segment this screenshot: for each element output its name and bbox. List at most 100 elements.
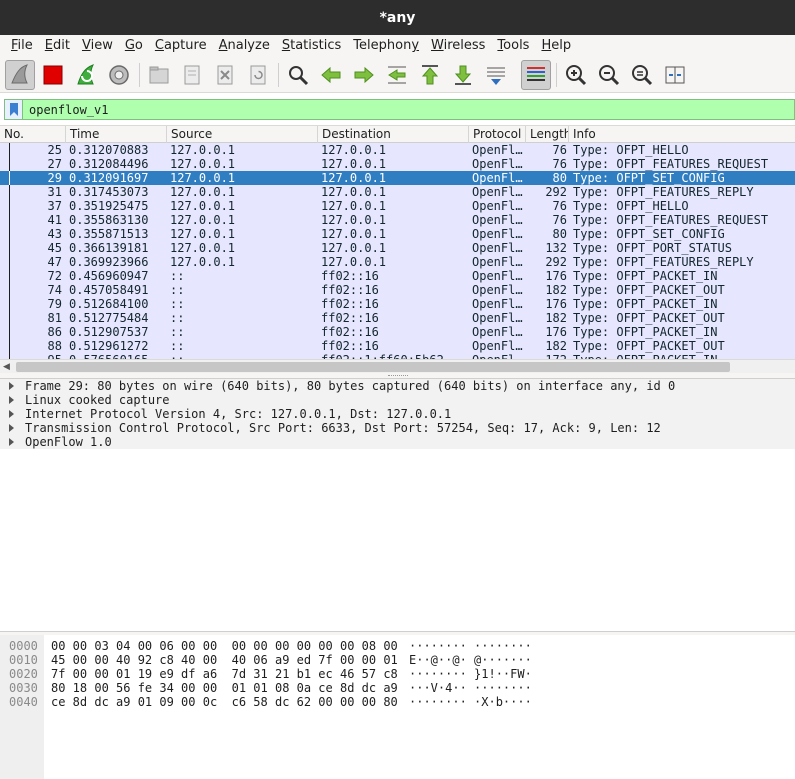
- menu-help[interactable]: Help: [535, 36, 577, 56]
- scroll-left-icon[interactable]: ◀: [3, 362, 10, 372]
- packet-row[interactable]: 86 0.512907537:: ff02::16 OpenFl… 176 Type: O…: [0, 325, 795, 339]
- details-tree-item[interactable]: OpenFlow 1.0: [0, 435, 795, 449]
- packet-protocol: OpenFl…: [472, 213, 523, 227]
- packet-length: 182: [545, 339, 567, 353]
- zoom-out-icon[interactable]: [594, 60, 624, 90]
- expand-arrow-icon[interactable]: [9, 396, 14, 404]
- menu-bar: File Edit View Go Capture Analyze Statistics Te…: [0, 35, 795, 57]
- scrollbar-thumb[interactable]: [16, 362, 730, 372]
- packet-row[interactable]: 45 0.366139181 127.0.0.1 127.0.0.1 OpenFl… 13…: [0, 241, 795, 255]
- reload-file-icon[interactable]: [243, 60, 273, 90]
- find-packet-icon[interactable]: [283, 60, 313, 90]
- packet-row[interactable]: 88 0.512961272:: ff02::16 OpenFl… 182 Type: O…: [0, 339, 795, 353]
- close-file-icon[interactable]: [210, 60, 240, 90]
- packet-row[interactable]: 43 0.355871513 127.0.0.1 127.0.0.1 OpenFl… 80…: [0, 227, 795, 241]
- bytes-offset: 0030: [9, 681, 38, 695]
- capture-options-icon[interactable]: [104, 60, 134, 90]
- packet-row[interactable]: 41 0.355863130 127.0.0.1 127.0.0.1 OpenFl… 76…: [0, 213, 795, 227]
- packet-list-header: No. Time Source Destination Protocol Len…: [0, 125, 795, 143]
- packet-length: 76: [552, 157, 567, 171]
- column-header-source[interactable]: Source: [167, 126, 318, 143]
- packet-row[interactable]: 37 0.351925475 127.0.0.1 127.0.0.1 OpenFl… 76…: [0, 199, 795, 213]
- packet-destination: 127.0.0.1: [321, 199, 387, 213]
- packet-row[interactable]: 25 0.312070883 127.0.0.1 127.0.0.1 OpenFl… 76…: [0, 143, 795, 157]
- column-header-destination[interactable]: Destination: [318, 126, 469, 143]
- menu-go[interactable]: Go: [119, 36, 149, 56]
- menu-wireless[interactable]: Wireless: [425, 36, 491, 56]
- shark-fin-start-icon[interactable]: [5, 60, 35, 90]
- bookmark-icon[interactable]: [5, 100, 23, 119]
- packet-destination: 127.0.0.1: [321, 227, 387, 241]
- packet-info: Type: OFPT_FEATURES_REPLY: [573, 185, 754, 199]
- packet-list-hscrollbar[interactable]: ◀: [0, 359, 795, 373]
- column-header-time[interactable]: Time: [66, 126, 167, 143]
- menu-edit[interactable]: Edit: [39, 36, 76, 56]
- packet-time: 0.512961272: [69, 339, 149, 353]
- packet-source: 127.0.0.1: [170, 171, 236, 185]
- display-filter-input[interactable]: openflow_v1: [23, 103, 108, 117]
- packet-info: Type: OFPT_FEATURES_REQUEST: [573, 157, 769, 171]
- packet-number: 29: [47, 171, 62, 185]
- packet-row[interactable]: 29 0.312091697 127.0.0.1 127.0.0.1 OpenFl… 80…: [0, 171, 795, 185]
- menu-capture[interactable]: Capture: [149, 36, 213, 56]
- packet-destination: 127.0.0.1: [321, 143, 387, 157]
- autoscroll-icon[interactable]: [481, 60, 511, 90]
- packet-row[interactable]: 27 0.312084496 127.0.0.1 127.0.0.1 OpenFl… 76…: [0, 157, 795, 171]
- packet-row[interactable]: 47 0.369923966 127.0.0.1 127.0.0.1 OpenFl… 29…: [0, 255, 795, 269]
- packet-length: 292: [545, 185, 567, 199]
- colorize-icon[interactable]: [521, 60, 551, 90]
- resize-columns-icon[interactable]: [660, 60, 690, 90]
- column-header-info[interactable]: Info: [569, 126, 795, 143]
- bytes-hex: 80 18 00 56 fe 34 00 00 01 01 08 0a ce 8…: [51, 681, 398, 695]
- expand-arrow-icon[interactable]: [9, 424, 14, 432]
- column-header-no[interactable]: No.: [0, 126, 66, 143]
- menu-telephony[interactable]: Telephony: [347, 36, 425, 56]
- details-tree-item[interactable]: Internet Protocol Version 4, Src: 127.0.…: [0, 407, 795, 421]
- expand-arrow-icon[interactable]: [9, 438, 14, 446]
- expand-arrow-icon[interactable]: [9, 410, 14, 418]
- menu-analyze[interactable]: Analyze: [213, 36, 276, 56]
- column-header-protocol[interactable]: Protocol: [469, 126, 526, 143]
- open-file-icon[interactable]: [144, 60, 174, 90]
- packet-row[interactable]: 81 0.512775484:: ff02::16 OpenFl… 182 Type: O…: [0, 311, 795, 325]
- packet-row[interactable]: 79 0.512684100:: ff02::16 OpenFl… 176 Type: O…: [0, 297, 795, 311]
- zoom-normal-icon[interactable]: [627, 60, 657, 90]
- menu-file[interactable]: File: [5, 36, 39, 56]
- details-tree-label: Linux cooked capture: [25, 393, 170, 407]
- zoom-in-icon[interactable]: [561, 60, 591, 90]
- details-tree-item[interactable]: Transmission Control Protocol, Src Port:…: [0, 421, 795, 435]
- packet-number: 45: [47, 241, 62, 255]
- packet-row[interactable]: 74 0.457058491:: ff02::16 OpenFl… 182 Type: O…: [0, 283, 795, 297]
- go-to-packet-icon[interactable]: [382, 60, 412, 90]
- menu-statistics[interactable]: Statistics: [276, 36, 347, 56]
- packet-info: Type: OFPT_FEATURES_REQUEST: [573, 213, 769, 227]
- go-first-icon[interactable]: [415, 60, 445, 90]
- menu-view[interactable]: View: [76, 36, 119, 56]
- packet-destination: 127.0.0.1: [321, 241, 387, 255]
- go-back-icon[interactable]: [316, 60, 346, 90]
- details-tree-item[interactable]: Linux cooked capture: [0, 393, 795, 407]
- save-file-icon[interactable]: [177, 60, 207, 90]
- packet-row[interactable]: 31 0.317453073 127.0.0.1 127.0.0.1 OpenFl… 29…: [0, 185, 795, 199]
- packet-source: 127.0.0.1: [170, 143, 236, 157]
- restart-capture-icon[interactable]: [71, 60, 101, 90]
- go-last-icon[interactable]: [448, 60, 478, 90]
- bytes-offset: 0010: [9, 653, 38, 667]
- bytes-ascii: ········ ········: [409, 639, 532, 653]
- go-forward-icon[interactable]: [349, 60, 379, 90]
- details-tree-item[interactable]: Frame 29: 80 bytes on wire (640 bits), 8…: [0, 379, 795, 393]
- packet-time: 0.355871513: [69, 227, 149, 241]
- expand-arrow-icon[interactable]: [9, 382, 14, 390]
- stop-capture-icon[interactable]: [38, 60, 68, 90]
- menu-tools[interactable]: Tools: [491, 36, 535, 56]
- packet-row[interactable]: 72 0.456960947:: ff02::16 OpenFl… 176 Type: O…: [0, 269, 795, 283]
- packet-source: 127.0.0.1: [170, 157, 236, 171]
- bytes-hex: ce 8d dc a9 01 09 00 0c c6 58 dc 62 00 0…: [51, 695, 398, 709]
- packet-length: 80: [552, 171, 567, 185]
- display-filter-bar: openflow_v1: [4, 99, 795, 120]
- packet-length: 76: [552, 213, 567, 227]
- packet-length: 182: [545, 311, 567, 325]
- packet-source: ::: [170, 269, 185, 283]
- details-tree-label: OpenFlow 1.0: [25, 435, 112, 449]
- column-header-length[interactable]: Length: [526, 126, 569, 143]
